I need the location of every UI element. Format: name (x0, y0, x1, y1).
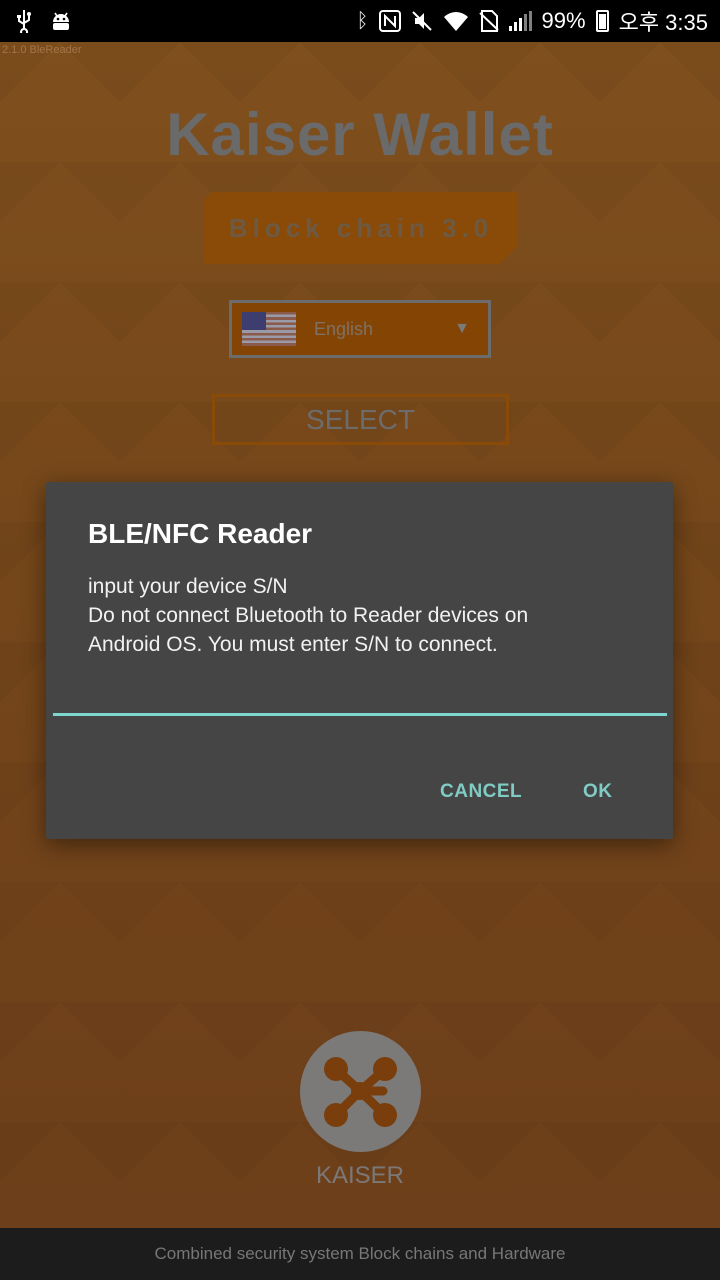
version-badge: Block chain 3.0 (204, 192, 518, 264)
nfc-icon (378, 10, 401, 32)
serial-number-input[interactable] (53, 670, 667, 716)
status-bar-right: ᛒ 99% 오후 3:35 (357, 5, 708, 37)
dialog-title: BLE/NFC Reader (88, 518, 313, 549)
language-dropdown[interactable]: English ▼ (229, 300, 491, 358)
select-button[interactable]: SELECT (212, 394, 509, 445)
kaiser-logo-icon (324, 1057, 397, 1127)
android-debug-icon (53, 12, 69, 30)
ble-nfc-dialog: BLE/NFC Reader input your device S/N Do … (46, 482, 673, 839)
app-title: Kaiser Wallet (166, 101, 554, 168)
mute-icon (411, 11, 432, 31)
signal-icon (508, 11, 532, 31)
language-selected: English (314, 318, 374, 339)
clock: 오후 3:35 (618, 10, 708, 35)
footer-bar: Combined security system Block chains an… (0, 1228, 720, 1280)
logo-text: KAISER (315, 1162, 405, 1189)
battery-icon (595, 10, 609, 32)
us-flag-icon (242, 312, 296, 346)
usb-icon (17, 10, 31, 33)
dialog-message: input your device S/N Do not connect Blu… (88, 572, 628, 659)
ok-button[interactable]: OK (573, 775, 623, 809)
dropdown-arrow-icon: ▼ (454, 320, 470, 337)
version-label: 2.1.0 BleReader (2, 44, 82, 56)
no-sim-icon (478, 10, 499, 32)
bluetooth-icon: ᛒ (356, 10, 369, 32)
version-badge-text: Block chain 3.0 (228, 212, 494, 243)
battery-percent: 99% (541, 8, 586, 33)
wifi-icon (443, 12, 468, 31)
kaiser-logo (300, 1031, 421, 1152)
dialog-message-line: Do not connect Bluetooth to Reader devic… (88, 604, 529, 627)
dialog-message-line: input your device S/N (88, 575, 288, 598)
dialog-message-line: Android OS. You must enter S/N to connec… (88, 633, 498, 656)
footer-text: Combined security system Block chains an… (154, 1244, 566, 1263)
status-bar-left (14, 9, 72, 33)
status-bar: ᛒ 99% 오후 3:35 (0, 0, 720, 42)
cancel-button[interactable]: CANCEL (430, 775, 532, 809)
